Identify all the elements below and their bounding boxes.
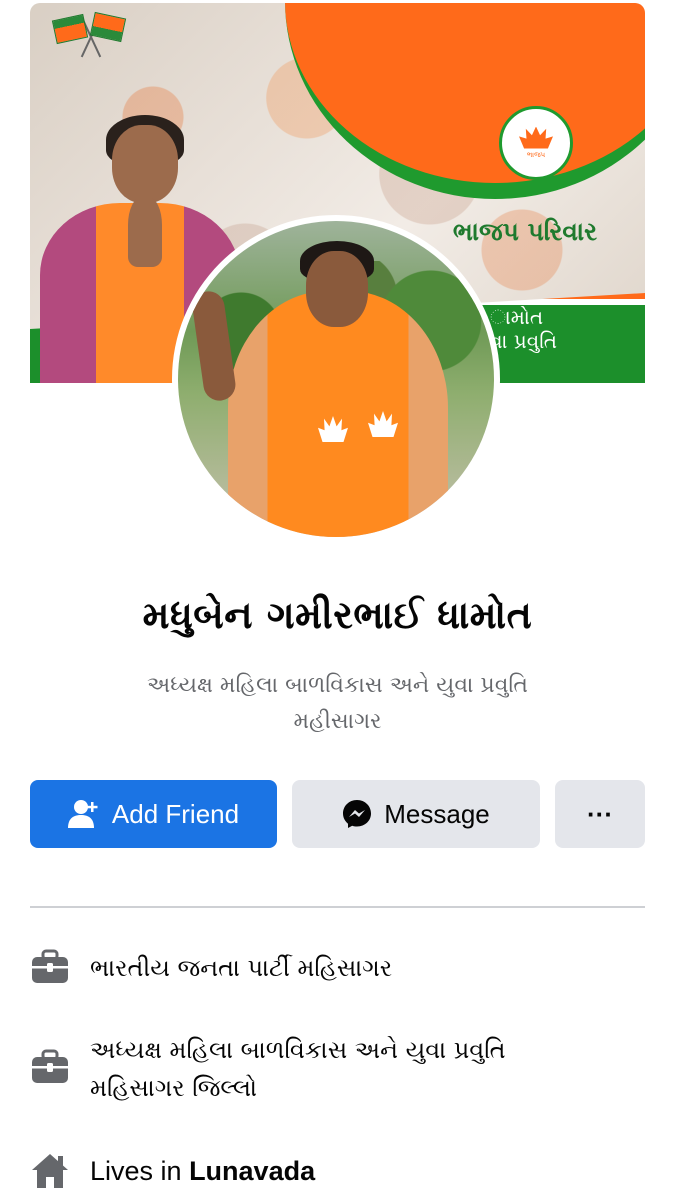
detail-text-workplace: ભારતીય જનતા પાર્ટી મહિસાગર (90, 954, 393, 982)
party-flags-icon (51, 11, 132, 58)
cover-side-text: ામોત વા પ્રવુતિ (490, 305, 557, 353)
lives-in-prefix: Lives in (90, 1156, 182, 1186)
more-options-icon: ··· (587, 798, 613, 829)
message-button[interactable]: Message (292, 780, 540, 848)
profile-picture-image (178, 221, 494, 537)
add-friend-icon (67, 800, 98, 828)
detail-text-position-line2: મહિસાગર જિલ્લો (90, 1074, 258, 1102)
messenger-icon (343, 800, 372, 828)
section-divider (30, 906, 645, 908)
home-icon (30, 1152, 72, 1190)
profile-picture[interactable] (172, 215, 500, 543)
profile-bio: અધ્યક્ષ મહિલા બાળવિકાસ અને યુવા પ્રવુતિ … (80, 668, 595, 740)
cover-banner-text: ભાજપ પરિવાર (452, 217, 597, 246)
detail-text-lives-in: Lives in Lunavada (90, 1152, 315, 1190)
profile-bio-line1: અધ્યક્ષ મહિલા બાળવિકાસ અને યુવા પ્રવુતિ (147, 673, 528, 698)
add-friend-button[interactable]: Add Friend (30, 780, 277, 848)
party-lotus-logo: ભાજપ (499, 106, 573, 180)
cover-side-text-line1: ામોત (490, 305, 544, 329)
detail-text-position: અધ્યક્ષ મહિલા બાળવિકાસ અને યુવા પ્રવુતિ … (90, 1031, 506, 1107)
profile-name: મધુબેન ગમીરભાઈ ધામોત (142, 593, 533, 637)
detail-row-lives-in: Lives in Lunavada (30, 1152, 645, 1190)
briefcase-icon (30, 1049, 72, 1087)
cover-side-text-line2: વા પ્રવુતિ (490, 329, 557, 353)
detail-row-position: અધ્યક્ષ મહિલા બાળવિકાસ અને યુવા પ્રવુતિ … (30, 1031, 645, 1107)
briefcase-icon (30, 949, 72, 987)
message-label: Message (384, 798, 490, 829)
add-friend-label: Add Friend (111, 798, 240, 829)
more-options-button[interactable]: ··· (555, 780, 645, 848)
lives-in-place-link[interactable]: Lunavada (189, 1156, 315, 1186)
detail-text-position-line1: અધ્યક્ષ મહિલા બાળવિકાસ અને યુવા પ્રવુતિ (90, 1036, 506, 1064)
detail-row-workplace: ભારતીય જનતા પાર્ટી મહિસાગર (30, 949, 645, 987)
profile-bio-line2: મહીસાગર (293, 709, 382, 734)
